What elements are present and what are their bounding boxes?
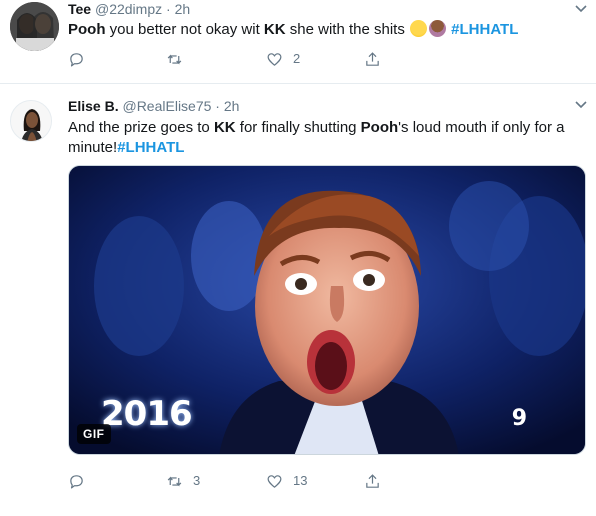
heart-icon [267, 474, 282, 488]
year-logo: 2016 [101, 394, 193, 434]
tweet-actions: 3 13 [68, 470, 398, 492]
user-handle[interactable]: @RealElise75 [122, 98, 211, 114]
share-icon [366, 473, 379, 488]
avatar[interactable] [10, 100, 52, 142]
tweet-header: Elise B. @RealElise75 · 2h [68, 97, 239, 115]
channel-logo: 9 [511, 406, 527, 431]
retweet-button[interactable]: 3 [166, 470, 200, 492]
like-button[interactable]: 13 [266, 470, 307, 492]
text-segment: And the prize goes to [68, 119, 214, 136]
retweet-count: 3 [193, 473, 201, 488]
hashtag-link[interactable]: #LHHATL [117, 139, 184, 156]
gif-media[interactable]: 2016 9 GIF [68, 165, 586, 455]
avatar-photo [11, 101, 51, 141]
reply-button[interactable] [68, 470, 85, 492]
mention-text: KK [213, 119, 236, 136]
gif-badge: GIF [77, 424, 111, 444]
like-count: 13 [293, 473, 308, 488]
tweet-text: And the prize goes to KK for finally shu… [68, 118, 578, 158]
reply-icon [70, 474, 83, 488]
retweet-icon [167, 476, 182, 486]
text-segment: for finally shutting [235, 119, 361, 136]
tweet[interactable]: Elise B. @RealElise75 · 2h And the prize… [0, 0, 596, 516]
dot-separator: · [211, 98, 224, 114]
chevron-down-icon[interactable] [574, 100, 588, 110]
mention-text: Pooh [360, 119, 399, 136]
share-button[interactable] [364, 470, 381, 492]
display-name[interactable]: Elise B. [68, 98, 119, 114]
timestamp[interactable]: 2h [224, 98, 240, 114]
